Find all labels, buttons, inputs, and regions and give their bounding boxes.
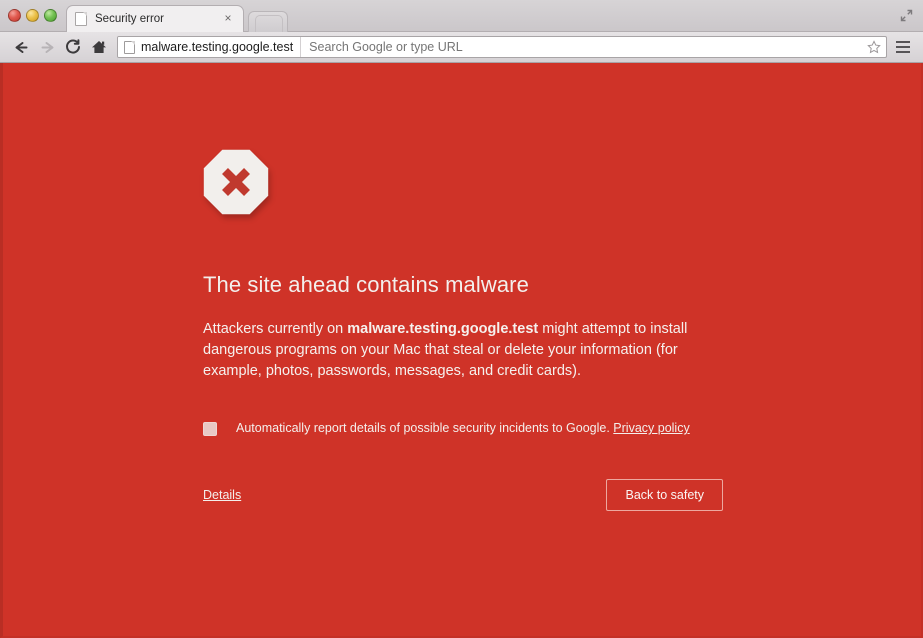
home-icon[interactable] [86,34,112,60]
tab-security-error[interactable]: Security error × [66,5,244,32]
malware-interstitial-page: The site ahead contains malware Attacker… [0,63,923,638]
details-link[interactable]: Details [203,488,241,502]
page-title: The site ahead contains malware [203,272,529,297]
octagon-error-icon [203,149,269,215]
interstitial-content: The site ahead contains malware Attacker… [203,149,733,512]
reload-icon[interactable] [60,34,86,60]
omnibox-url-text: malware.testing.google.test [141,40,294,54]
privacy-policy-link[interactable]: Privacy policy [613,421,689,435]
interstitial-actions: Details Back to safety [203,479,723,512]
menu-bar-3 [896,51,910,53]
browser-window: Security error × malware.testing.google.… [0,0,923,638]
omnibox[interactable]: malware.testing.google.test [117,36,887,58]
close-icon[interactable]: × [221,12,235,26]
optin-text: Automatically report details of possible… [236,421,610,436]
minimize-window-button[interactable] [26,9,39,22]
report-optin-row: Automatically report details of possible… [203,421,733,437]
page-icon [75,12,87,26]
close-window-button[interactable] [8,9,21,22]
menu-bar-1 [896,41,910,43]
description-site: malware.testing.google.test [347,321,539,337]
fullscreen-icon[interactable] [899,8,914,23]
chrome-menu-icon[interactable] [891,34,915,60]
forward-icon[interactable] [34,34,60,60]
report-checkbox[interactable] [203,422,217,437]
browser-toolbar: malware.testing.google.test [0,32,923,63]
menu-bar-2 [896,46,910,48]
window-controls [8,9,57,22]
page-icon [124,40,135,54]
tab-strip: Security error × [0,0,923,32]
tab-title: Security error [95,13,165,25]
description-prefix: Attackers currently on [203,321,348,337]
new-tab-button[interactable] [248,11,288,32]
back-icon[interactable] [8,34,34,60]
omnibox-site-chip[interactable]: malware.testing.google.test [118,37,302,57]
bookmark-star-icon[interactable] [862,37,886,57]
interstitial-description: Attackers currently on malware.testing.g… [203,319,690,381]
zoom-window-button[interactable] [44,9,57,22]
report-optin-label: Automatically report details of possible… [236,421,690,436]
back-to-safety-button[interactable]: Back to safety [606,479,723,512]
search-input[interactable] [301,40,862,54]
